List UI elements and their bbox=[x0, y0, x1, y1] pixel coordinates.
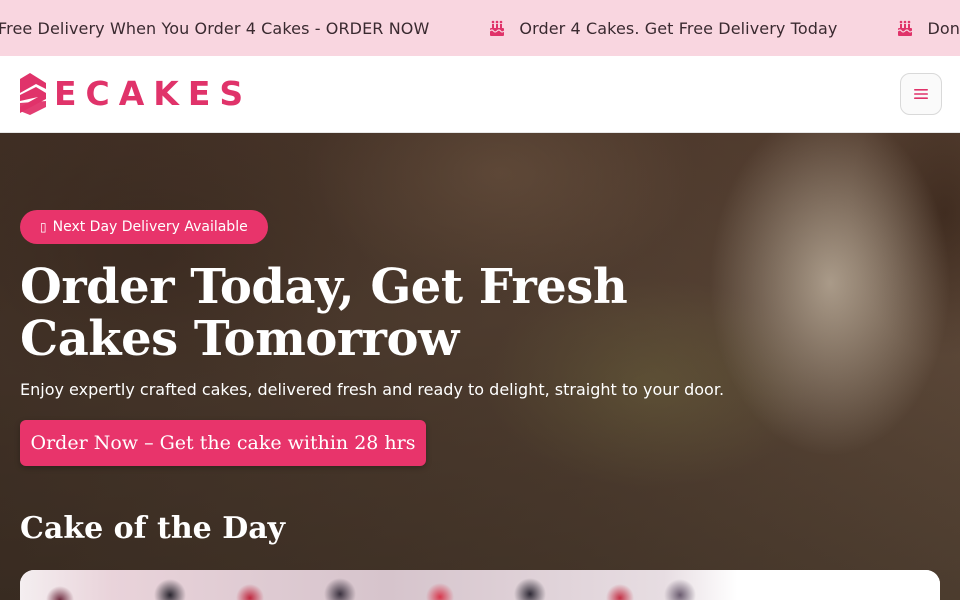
hero-title: Order Today, Get Fresh Cakes Tomorrow bbox=[20, 259, 628, 367]
menu-button[interactable] bbox=[900, 73, 942, 115]
birthday-cake-icon bbox=[897, 19, 913, 37]
cake-of-the-day-heading: Cake of the Day bbox=[20, 511, 286, 546]
announcement-bar: Free Delivery When You Order 4 Cakes - O… bbox=[0, 0, 960, 56]
site-header: ECAKES bbox=[0, 56, 960, 133]
announcement-text: Order 4 Cakes. Get Free Delivery Today bbox=[519, 18, 838, 38]
announcement-track: Free Delivery When You Order 4 Cakes - O… bbox=[0, 0, 960, 56]
announcement-item[interactable]: Order 4 Cakes. Get Free Delivery Today bbox=[489, 19, 837, 38]
announcement-text: Free Delivery When You Order 4 Cakes - O… bbox=[0, 18, 430, 38]
birthday-cake-icon bbox=[489, 19, 505, 37]
announcement-text: Don’t W bbox=[927, 18, 960, 38]
order-now-button[interactable]: Order Now – Get the cake within 28 hrs bbox=[20, 420, 426, 466]
site-logo[interactable]: ECAKES bbox=[18, 73, 252, 115]
logo-mark-icon bbox=[20, 73, 46, 115]
badge-icon: ▯ bbox=[40, 220, 47, 234]
hero-section: ▯ Next Day Delivery Available Order Toda… bbox=[0, 133, 960, 600]
hero-subtitle: Enjoy expertly crafted cakes, delivered … bbox=[20, 380, 725, 399]
next-day-delivery-badge: ▯ Next Day Delivery Available bbox=[20, 210, 268, 244]
hamburger-menu-icon bbox=[914, 89, 928, 99]
badge-label: Next Day Delivery Available bbox=[52, 219, 248, 235]
cake-of-the-day-image[interactable] bbox=[20, 570, 940, 600]
logo-text: ECAKES bbox=[54, 74, 253, 113]
cake-of-the-day-card[interactable] bbox=[20, 570, 940, 600]
announcement-item[interactable]: Don’t W bbox=[897, 19, 960, 38]
announcement-item[interactable]: Free Delivery When You Order 4 Cakes - O… bbox=[0, 19, 429, 38]
